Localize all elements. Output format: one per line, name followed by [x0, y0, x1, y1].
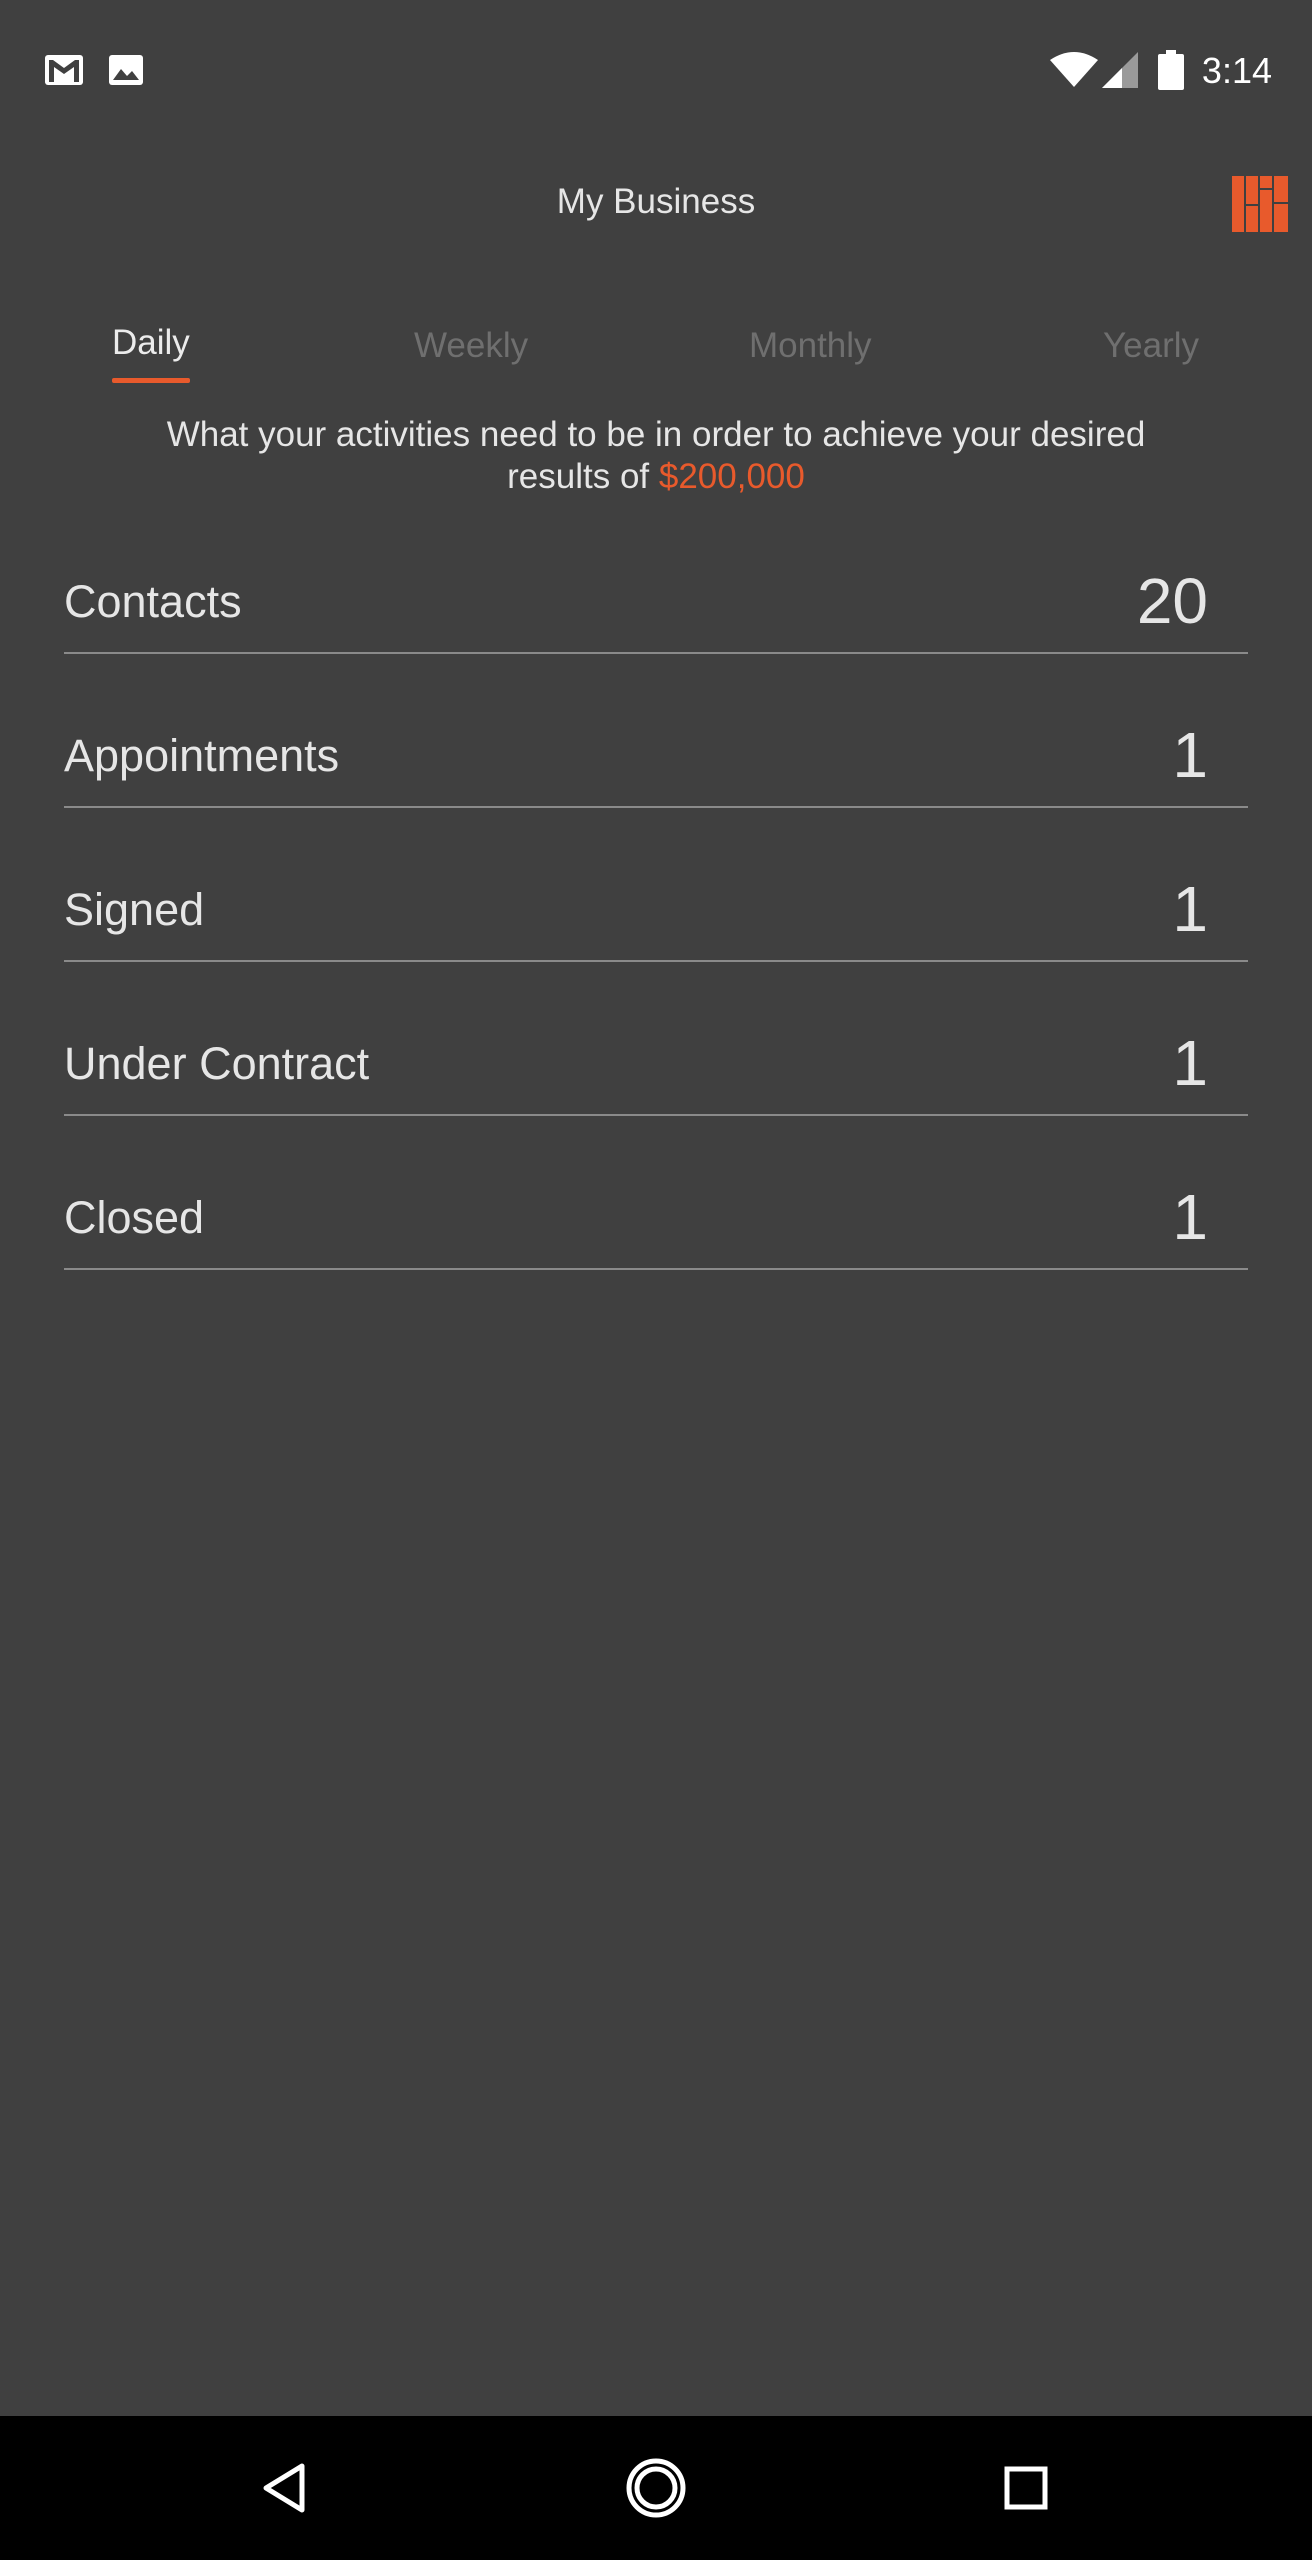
metric-label: Appointments: [64, 730, 340, 781]
active-tab-indicator: [112, 378, 190, 383]
app-header: My Business: [0, 144, 1312, 264]
metric-label: Contacts: [64, 576, 242, 627]
status-bar: 3:14: [0, 0, 1312, 144]
metric-row-contacts[interactable]: Contacts 20: [64, 500, 1248, 654]
metric-label: Signed: [64, 884, 205, 935]
metric-value: 1: [1172, 873, 1208, 945]
screen: 3:14 My Business Daily Weekly Monthly Ye…: [0, 0, 1312, 2560]
metric-value: 20: [1136, 565, 1208, 637]
metric-row-signed[interactable]: Signed 1: [64, 808, 1248, 962]
wifi-icon: [1050, 52, 1098, 93]
battery-icon: [1158, 50, 1184, 95]
metric-label: Closed: [64, 1192, 205, 1243]
metric-row-appointments[interactable]: Appointments 1: [64, 654, 1248, 808]
tab-monthly[interactable]: Monthly: [749, 326, 872, 366]
status-time: 3:14: [1201, 50, 1272, 91]
back-icon[interactable]: [254, 2456, 318, 2520]
goal-description: What your activities need to be in order…: [120, 414, 1192, 498]
system-nav-bar: [0, 2416, 1312, 2560]
tab-daily[interactable]: Daily: [112, 323, 190, 363]
image-icon: [108, 54, 144, 91]
period-tabs: Daily Weekly Monthly Yearly: [0, 318, 1312, 388]
tab-weekly[interactable]: Weekly: [414, 326, 528, 366]
metric-value: 1: [1172, 1027, 1208, 1099]
recents-icon[interactable]: [994, 2456, 1058, 2520]
home-icon[interactable]: [624, 2456, 688, 2520]
gmail-icon: [44, 54, 84, 91]
brand-grid-logo-icon[interactable]: [1232, 176, 1288, 232]
cell-signal-icon: [1102, 52, 1138, 93]
metric-value: 1: [1172, 719, 1208, 791]
goal-amount: $200,000: [658, 457, 805, 496]
metric-row-under-contract[interactable]: Under Contract 1: [64, 962, 1248, 1116]
metric-value: 1: [1172, 1181, 1208, 1253]
goal-description-text: What your activities need to be in order…: [166, 415, 1146, 496]
metric-row-closed[interactable]: Closed 1: [64, 1116, 1248, 1270]
page-title: My Business: [556, 182, 756, 221]
tab-yearly[interactable]: Yearly: [1103, 326, 1199, 366]
metric-label: Under Contract: [64, 1038, 370, 1089]
